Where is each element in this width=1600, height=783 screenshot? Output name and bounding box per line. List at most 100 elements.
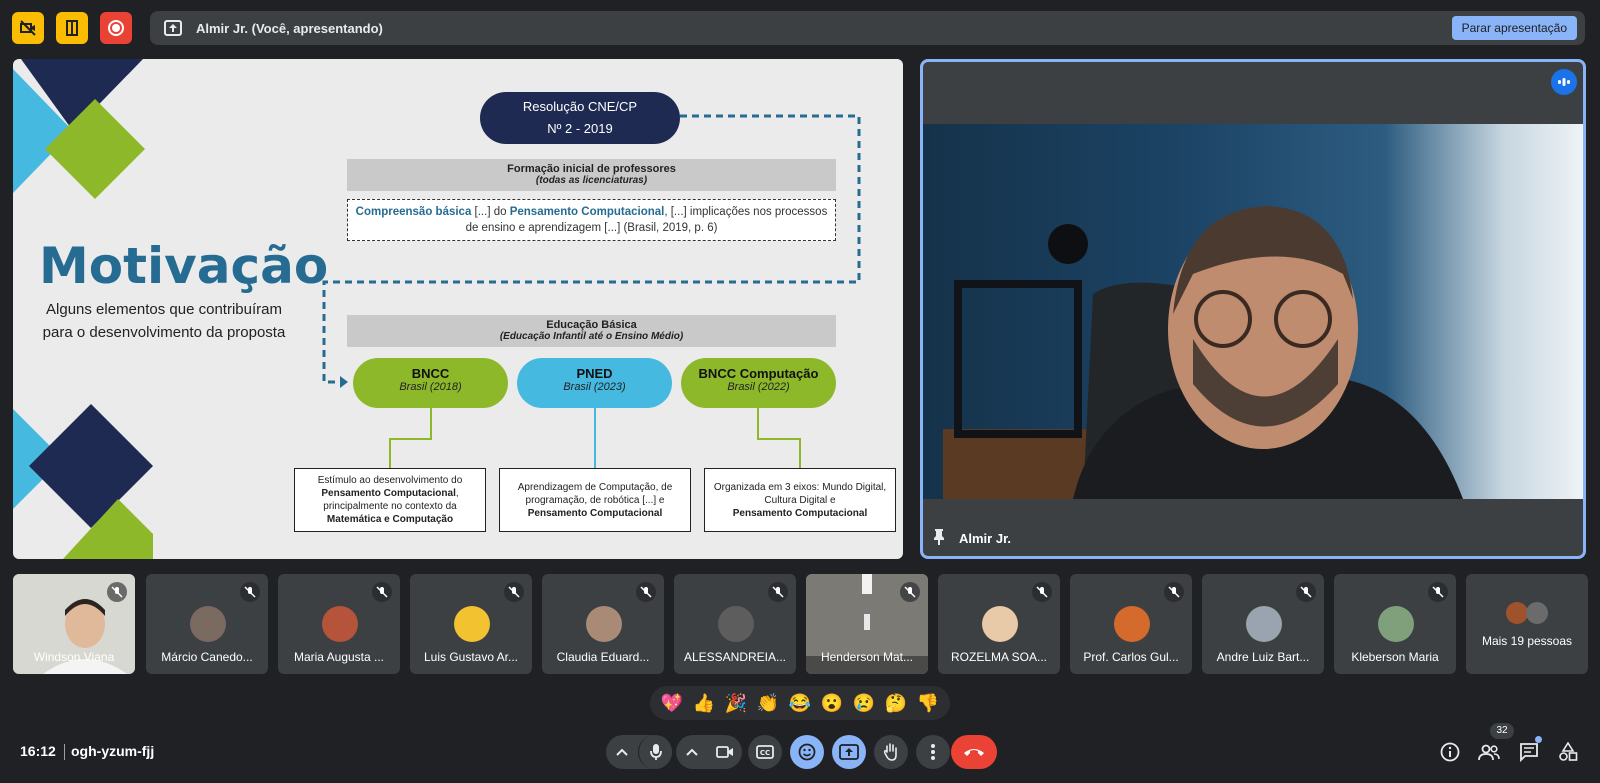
participant-tile[interactable]: ROZELMA SOA... <box>938 574 1060 674</box>
stop-presenting-button[interactable]: Parar apresentação <box>1451 16 1577 40</box>
bncc-computacao-sub: Brasil (2022) <box>727 381 790 393</box>
hang-up-icon <box>964 749 984 756</box>
quote-highlight-1: Compreensão básica <box>355 206 472 218</box>
avatar <box>322 606 358 642</box>
reactions-button[interactable] <box>790 735 824 769</box>
reaction-thumbs-down[interactable]: 👎 <box>917 693 939 714</box>
resolution-line2: Nº 2 - 2019 <box>547 121 613 136</box>
box3-bold-b: Pensamento Computacional <box>732 508 868 519</box>
video-camera-icon <box>716 746 733 758</box>
chat-button[interactable] <box>1517 736 1542 764</box>
svg-text:CC: CC <box>760 749 770 757</box>
captions-button[interactable]: CC <box>748 735 782 769</box>
hand-icon <box>883 743 897 761</box>
participant-tile[interactable]: Maria Augusta ... <box>278 574 400 674</box>
camera-button[interactable] <box>708 735 742 769</box>
quote-box: Compreensão básica [...] do Pensamento C… <box>347 199 836 241</box>
formacao-subtitle: (todas as licenciaturas) <box>535 175 648 186</box>
bncc-pill: BNCC Brasil (2018) <box>353 358 508 408</box>
participant-name: Windson Viana <box>33 650 115 664</box>
educacao-header: Educação Básica (Educação Infantil até o… <box>347 315 836 347</box>
educacao-subtitle: (Educação Infantil até o Ensino Médio) <box>499 331 684 342</box>
mic-options-button[interactable] <box>610 740 634 764</box>
participant-name: Claudia Eduard... <box>556 650 650 664</box>
mic-off-icon <box>636 582 656 602</box>
reaction-laugh[interactable]: 😂 <box>789 693 811 714</box>
raise-hand-button[interactable] <box>874 735 908 769</box>
participant-tile[interactable]: Luis Gustavo Ar... <box>410 574 532 674</box>
more-participants-tile[interactable]: Mais 19 pessoas <box>1466 574 1588 674</box>
avatar <box>1378 606 1414 642</box>
participant-tile[interactable]: Claudia Eduard... <box>542 574 664 674</box>
participant-name: Márcio Canedo... <box>161 650 253 664</box>
camera-control-group <box>676 735 742 769</box>
participant-tile[interactable]: Márcio Canedo... <box>146 574 268 674</box>
participant-name: Andre Luiz Bart... <box>1216 650 1310 664</box>
pned-info-box: Aprendizagem de Computação, de programaç… <box>499 468 691 532</box>
mic-off-icon <box>1428 582 1448 602</box>
meeting-code[interactable]: ogh-yzum-fjj <box>71 743 154 759</box>
reaction-party[interactable]: 🎉 <box>725 693 747 714</box>
avatar <box>454 606 490 642</box>
camera-options-button[interactable] <box>680 740 704 764</box>
activities-button[interactable] <box>1556 740 1580 764</box>
bncc-computacao-pill: BNCC Computação Brasil (2022) <box>681 358 836 408</box>
reaction-thinking[interactable]: 🤔 <box>885 693 907 714</box>
reaction-surprised[interactable]: 😮 <box>821 693 843 714</box>
more-options-button[interactable] <box>916 735 950 769</box>
meeting-details-button[interactable] <box>1438 740 1462 764</box>
reaction-thumbs-up[interactable]: 👍 <box>693 693 715 714</box>
divider <box>64 744 65 760</box>
resolution-pill: Resolução CNE/CP Nº 2 - 2019 <box>480 92 680 144</box>
resolution-line1: Resolução CNE/CP <box>522 99 638 114</box>
mic-icon <box>649 744 662 760</box>
more-vert-icon <box>931 744 935 760</box>
box2-bold-b: Pensamento Computacional <box>527 508 663 519</box>
box1-text-a: Estímulo ao desenvolvimento do <box>317 475 463 486</box>
participant-tile[interactable]: ALESSANDREIA... <box>674 574 796 674</box>
door-icon <box>66 20 78 36</box>
info-icon <box>1440 742 1460 762</box>
avatar <box>586 606 622 642</box>
educacao-title: Educação Básica <box>546 319 637 331</box>
people-icon <box>1478 744 1500 761</box>
recording-button[interactable] <box>100 12 132 44</box>
participant-name: Kleberson Maria <box>1351 650 1439 664</box>
people-button[interactable] <box>1477 740 1501 764</box>
leave-call-button[interactable] <box>951 735 997 769</box>
pin-icon[interactable] <box>931 528 947 551</box>
participant-name: Prof. Carlos Gul... <box>1083 650 1179 664</box>
avatar <box>718 606 754 642</box>
bncc-info-box: Estímulo ao desenvolvimento do Pensament… <box>294 468 486 532</box>
pned-title: PNED <box>576 366 613 381</box>
leave-door-button[interactable] <box>56 12 88 44</box>
quote-highlight-2: Pensamento Computacional <box>509 206 665 218</box>
participant-tile[interactable]: Andre Luiz Bart... <box>1202 574 1324 674</box>
participant-name: Luis Gustavo Ar... <box>423 650 519 664</box>
reaction-heart[interactable]: 💖 <box>661 693 683 714</box>
present-screen-icon <box>839 744 859 760</box>
participant-tile[interactable]: Prof. Carlos Gul... <box>1070 574 1192 674</box>
bncc-computacao-title: BNCC Computação <box>698 366 819 381</box>
shapes-icon <box>1559 742 1578 761</box>
reaction-clap[interactable]: 👏 <box>757 693 779 714</box>
participant-name: ALESSANDREIA... <box>683 650 787 664</box>
participant-tile[interactable]: Kleberson Maria <box>1334 574 1456 674</box>
participant-name: Henderson Mat... <box>820 650 914 664</box>
record-icon <box>108 20 124 36</box>
mic-button[interactable] <box>638 735 672 769</box>
mic-off-icon <box>240 582 260 602</box>
participant-tile[interactable]: Windson Viana <box>13 574 135 674</box>
speaker-tile[interactable]: Almir Jr. <box>920 59 1586 559</box>
mic-off-icon <box>768 582 788 602</box>
presentation-slide: Motivação Alguns elementos que contribuí… <box>13 59 903 559</box>
box1-bold-b: Pensamento Computacional <box>321 488 456 499</box>
mic-off-icon <box>504 582 524 602</box>
reaction-sad[interactable]: 😢 <box>853 693 875 714</box>
bncc-computacao-info-box: Organizada em 3 eixos: Mundo Digital, Cu… <box>704 468 896 532</box>
present-now-button[interactable] <box>832 735 866 769</box>
avatar <box>190 606 226 642</box>
speaker-video <box>923 124 1583 499</box>
camera-off-button[interactable] <box>12 12 44 44</box>
participant-tile[interactable]: Henderson Mat... <box>806 574 928 674</box>
